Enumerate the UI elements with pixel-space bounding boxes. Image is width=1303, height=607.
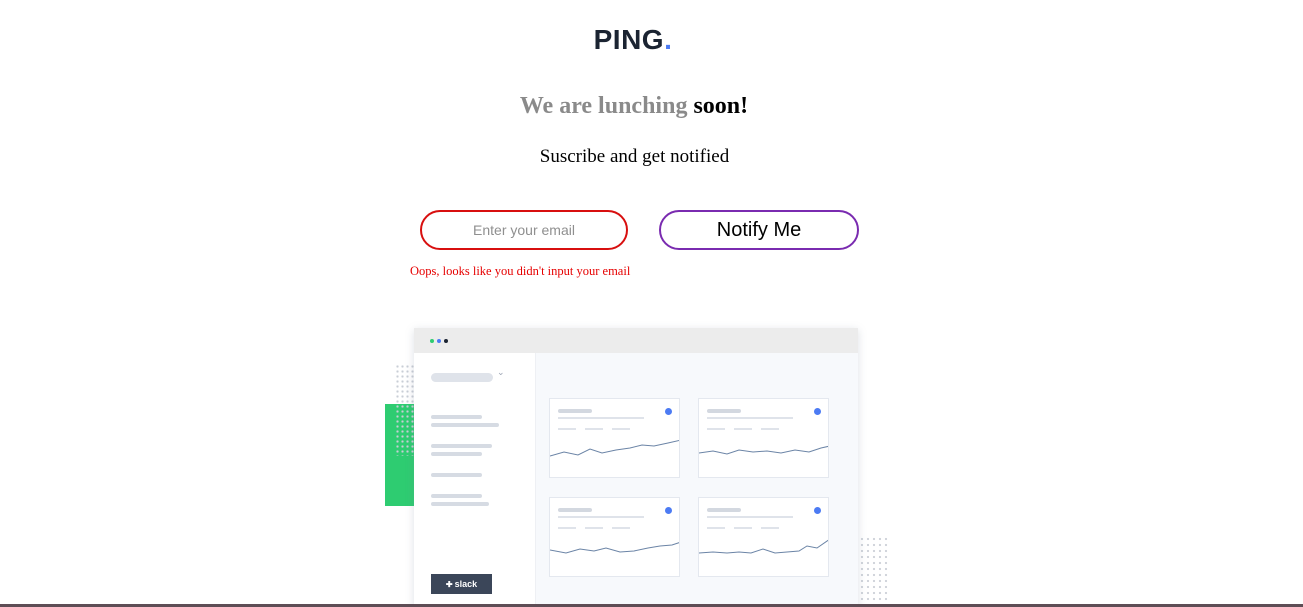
- ping-logo: PING.: [0, 24, 1266, 56]
- mock-nav-line: [431, 415, 482, 419]
- slack-icon: ✚: [445, 580, 453, 589]
- check-icon: [665, 507, 672, 514]
- sparkline-chart: [550, 542, 679, 554]
- mock-chart-card: [549, 398, 680, 478]
- dashboard-illustration: ⌄ ✚ slack: [383, 324, 889, 607]
- card-stat-bar: [558, 428, 576, 430]
- check-icon: [814, 507, 821, 514]
- logo-text: PING: [593, 24, 665, 55]
- email-error-message: Oops, looks like you didn't input your e…: [410, 264, 631, 278]
- window-dot-blue: [437, 339, 441, 343]
- card-title-bar: [707, 409, 741, 413]
- card-title-bar: [558, 508, 592, 512]
- card-subtitle-bar: [558, 516, 644, 518]
- card-subtitle-bar: [558, 417, 644, 419]
- card-stat-bar: [612, 527, 630, 529]
- slack-label: slack: [454, 579, 478, 589]
- mock-nav-line: [431, 473, 482, 477]
- sparkline-chart: [699, 445, 828, 455]
- window-dot-green: [430, 339, 434, 343]
- card-stat-bar: [734, 428, 752, 430]
- mock-nav-line: [431, 423, 499, 427]
- logo-dot: .: [664, 24, 673, 55]
- window-dot-dark: [444, 339, 448, 343]
- mock-chart-card: [698, 497, 829, 577]
- card-stat-bar: [707, 527, 725, 529]
- title-muted: We are lunching: [519, 93, 688, 119]
- card-stat-bar: [558, 527, 576, 529]
- mock-dropdown: [431, 373, 493, 382]
- card-title-bar: [707, 508, 741, 512]
- mock-window-titlebar: [414, 328, 858, 353]
- mock-chart-card: [549, 497, 680, 577]
- card-stat-bar: [707, 428, 725, 430]
- card-stat-bar: [734, 527, 752, 529]
- sparkline-chart: [699, 539, 828, 554]
- notify-me-button[interactable]: Notify Me: [659, 210, 859, 250]
- check-icon: [814, 408, 821, 415]
- mock-nav-line: [431, 502, 489, 506]
- slack-badge: ✚ slack: [431, 574, 492, 594]
- card-stat-bar: [585, 428, 603, 430]
- mock-chart-card: [698, 398, 829, 478]
- mock-sidebar: ⌄ ✚ slack: [414, 353, 536, 607]
- card-subtitle-bar: [707, 417, 793, 419]
- card-subtitle-bar: [707, 516, 793, 518]
- card-stat-bar: [612, 428, 630, 430]
- mock-nav-line: [431, 494, 482, 498]
- sparkline-chart: [550, 439, 679, 457]
- chevron-down-icon: ⌄: [497, 368, 505, 378]
- mock-nav-line: [431, 444, 492, 448]
- card-stat-bar: [761, 428, 779, 430]
- title-strong: soon!: [693, 93, 749, 119]
- cross-pattern: [859, 536, 889, 607]
- mock-app-window: ⌄ ✚ slack: [414, 328, 858, 607]
- email-field[interactable]: [420, 210, 628, 250]
- card-stat-bar: [761, 527, 779, 529]
- page-title: We are lunching soon!: [0, 93, 1268, 120]
- card-title-bar: [558, 409, 592, 413]
- card-stat-bar: [585, 527, 603, 529]
- check-icon: [665, 408, 672, 415]
- subtitle: Suscribe and get notified: [539, 146, 730, 167]
- mock-nav-line: [431, 452, 482, 456]
